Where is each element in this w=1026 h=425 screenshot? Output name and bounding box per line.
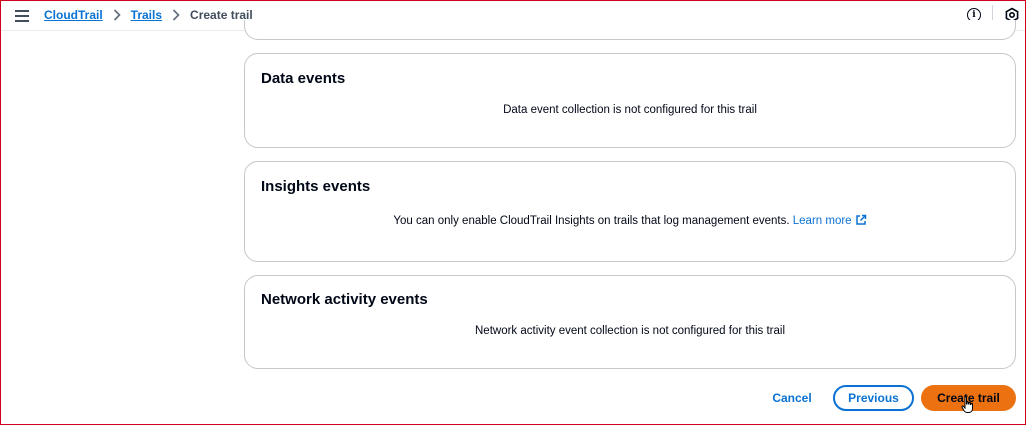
- breadcrumb-cloudtrail[interactable]: CloudTrail: [44, 8, 103, 22]
- external-link-icon: [855, 214, 866, 225]
- insights-events-title: Insights events: [261, 178, 371, 195]
- cancel-button[interactable]: Cancel: [770, 385, 814, 411]
- network-activity-events-panel: Network activity events Network activity…: [244, 275, 1016, 369]
- data-events-panel: Data events Data event collection is not…: [244, 53, 1016, 148]
- hand-cursor-icon: [961, 396, 973, 413]
- insights-events-message: You can only enable CloudTrail Insights …: [393, 215, 790, 227]
- network-activity-events-message: Network activity event collection is not…: [475, 325, 785, 337]
- breadcrumb-trails[interactable]: Trails: [131, 8, 162, 22]
- chevron-right-icon: [172, 9, 180, 21]
- hamburger-menu-icon[interactable]: [13, 7, 31, 25]
- insights-events-message-row: You can only enable CloudTrail Insights …: [245, 214, 1015, 227]
- learn-more-link[interactable]: Learn more: [793, 214, 867, 227]
- network-activity-events-title: Network activity events: [261, 291, 428, 308]
- chevron-right-icon: [113, 9, 121, 21]
- previous-button[interactable]: Previous: [833, 385, 914, 411]
- data-events-message: Data event collection is not configured …: [503, 104, 757, 116]
- previous-section-panel: [244, 20, 1016, 40]
- breadcrumb: CloudTrail Trails Create trail: [44, 8, 253, 22]
- data-events-title: Data events: [261, 70, 346, 87]
- insights-events-panel: Insights events You can only enable Clou…: [244, 161, 1016, 262]
